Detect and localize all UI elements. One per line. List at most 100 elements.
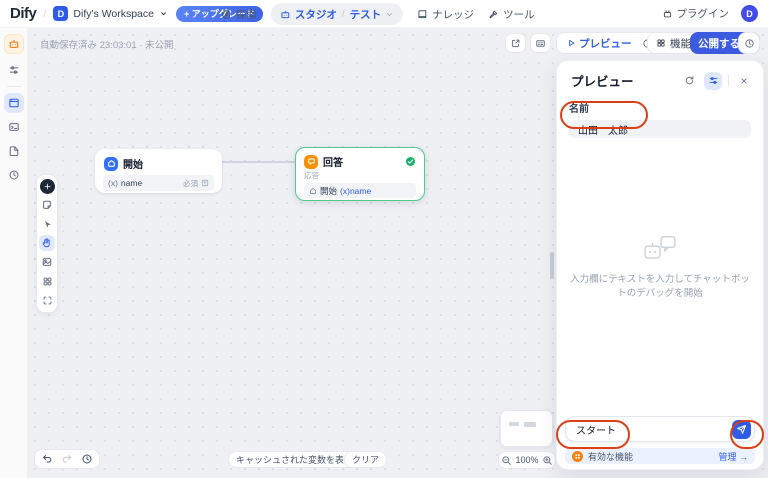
zoom-out-icon[interactable] bbox=[501, 455, 512, 466]
name-input-value: 山田 太郎 bbox=[578, 122, 628, 137]
checklist-button[interactable] bbox=[530, 33, 551, 53]
export-image-button[interactable] bbox=[39, 254, 55, 270]
enabled-feature-icon bbox=[572, 451, 583, 462]
inspector-toggle-button[interactable] bbox=[704, 72, 722, 90]
app-avatar[interactable] bbox=[4, 34, 24, 54]
empty-state-text: 入力欄にテキストを入力してチャットボットのデバッグを開始 bbox=[569, 273, 751, 302]
window-layout-icon bbox=[8, 97, 20, 109]
history-clock-icon bbox=[744, 38, 755, 49]
canvas-scrollbar[interactable] bbox=[550, 252, 554, 279]
nav-plugins[interactable]: プラグイン bbox=[662, 6, 730, 21]
minimap-node bbox=[524, 422, 536, 427]
change-history-icon[interactable] bbox=[81, 453, 93, 465]
image-icon bbox=[41, 256, 53, 268]
nav-divider: / bbox=[342, 9, 345, 20]
variable-name: name bbox=[121, 178, 142, 188]
chat-input[interactable]: スタート bbox=[565, 416, 755, 442]
fit-view-button[interactable] bbox=[39, 292, 55, 308]
export-button[interactable] bbox=[505, 33, 526, 53]
pointer-mode-button[interactable] bbox=[39, 216, 55, 232]
add-node-button[interactable] bbox=[40, 179, 55, 194]
top-header: Dify / D Dify's Workspace + アップグレード 探索 ス… bbox=[0, 0, 768, 28]
features-label: 有効な機能 bbox=[588, 450, 713, 463]
feature-dots-icon bbox=[574, 453, 581, 460]
canvas-tools bbox=[36, 174, 58, 313]
hand-mode-button[interactable] bbox=[39, 235, 55, 251]
preview-panel: プレビュー 名前 山田 太郎 bbox=[556, 60, 764, 470]
organize-nodes-button[interactable] bbox=[39, 273, 55, 289]
play-icon bbox=[566, 38, 576, 48]
zoom-level[interactable]: 100% bbox=[515, 455, 538, 465]
send-plane-icon bbox=[736, 424, 747, 435]
grid-icon bbox=[42, 276, 53, 287]
sidebar-item-history[interactable] bbox=[4, 165, 24, 185]
book-icon bbox=[417, 9, 428, 20]
minimap[interactable] bbox=[500, 410, 553, 447]
text-type-icon bbox=[201, 179, 209, 187]
divider-slash: / bbox=[43, 8, 46, 20]
start-node[interactable]: 開始 (x) name 必須 bbox=[95, 149, 222, 193]
panel-title: プレビュー bbox=[571, 71, 674, 90]
nav-explore[interactable]: 探索 bbox=[221, 7, 257, 22]
zoom-in-icon[interactable] bbox=[542, 455, 553, 466]
start-node-icon bbox=[104, 157, 118, 171]
redo-icon[interactable] bbox=[61, 453, 73, 465]
ref-variable: (x)name bbox=[340, 186, 371, 196]
preview-button[interactable]: プレビュー bbox=[561, 36, 637, 51]
workspace-selector[interactable]: D Dify's Workspace bbox=[53, 6, 168, 21]
plus-icon bbox=[43, 182, 52, 191]
answer-node[interactable]: 回答 応答 開始 (x)name bbox=[295, 147, 425, 201]
send-button[interactable] bbox=[732, 420, 751, 439]
version-history-button[interactable] bbox=[738, 32, 760, 54]
nav-studio-label: スタジオ bbox=[295, 7, 337, 22]
chat-input-value: スタート bbox=[576, 422, 616, 437]
nav-studio-pill[interactable]: スタジオ / テスト bbox=[271, 3, 403, 25]
sidebar-divider bbox=[7, 86, 21, 87]
dify-logo[interactable]: Dify bbox=[10, 5, 36, 22]
hammer-icon bbox=[488, 9, 499, 20]
current-app-name: テスト bbox=[350, 7, 382, 22]
chevron-down-icon bbox=[159, 9, 168, 18]
nav-knowledge[interactable]: ナレッジ bbox=[417, 7, 474, 22]
success-check-icon bbox=[405, 156, 416, 167]
grid-icon bbox=[656, 38, 666, 48]
user-avatar[interactable]: D bbox=[741, 5, 758, 22]
workspace-avatar: D bbox=[53, 6, 68, 21]
undo-icon[interactable] bbox=[41, 453, 53, 465]
sidebar-item-logs[interactable] bbox=[4, 141, 24, 161]
enabled-features-bar[interactable]: 有効な機能 管理 → bbox=[565, 448, 755, 464]
terminal-icon bbox=[8, 121, 20, 133]
nav-tools[interactable]: ツール bbox=[488, 7, 535, 22]
close-icon bbox=[739, 76, 749, 86]
close-panel-button[interactable] bbox=[735, 72, 753, 90]
sliders-icon bbox=[8, 64, 20, 76]
workspace-name: Dify's Workspace bbox=[73, 8, 154, 20]
sliders-icon bbox=[708, 75, 719, 86]
zoom-controls: 100% bbox=[498, 451, 556, 469]
note-icon bbox=[41, 199, 53, 211]
refresh-icon bbox=[684, 75, 695, 86]
restart-conversation-button[interactable] bbox=[680, 72, 698, 90]
left-sidebar bbox=[0, 28, 28, 478]
add-note-button[interactable] bbox=[39, 197, 55, 213]
show-cached-variables-button[interactable]: キャッシュされた変数を表示 bbox=[228, 451, 361, 468]
checklist-icon bbox=[535, 38, 546, 49]
sidebar-item-orchestrate[interactable] bbox=[4, 93, 24, 113]
autosave-status: 自動保存済み 23:03:01 · 未公開 bbox=[40, 37, 174, 51]
robot-icon bbox=[280, 9, 291, 20]
undo-redo-bar bbox=[34, 449, 100, 469]
variable-icon: (x) bbox=[108, 178, 118, 188]
minimap-node bbox=[509, 422, 519, 426]
start-node-title: 開始 bbox=[123, 156, 143, 171]
answer-section-label: 応答 bbox=[304, 170, 416, 181]
name-input[interactable]: 山田 太郎 bbox=[569, 120, 751, 138]
clear-button[interactable]: クリア bbox=[344, 451, 387, 468]
answer-node-icon bbox=[304, 155, 318, 169]
hand-icon bbox=[41, 237, 53, 249]
sidebar-item-api-access[interactable] bbox=[4, 117, 24, 137]
answer-node-reference: 開始 (x)name bbox=[304, 183, 416, 198]
chevron-down-icon bbox=[385, 10, 394, 19]
app-settings-button[interactable] bbox=[4, 60, 24, 80]
manage-link[interactable]: 管理 → bbox=[718, 450, 748, 463]
compass-icon bbox=[221, 9, 232, 20]
